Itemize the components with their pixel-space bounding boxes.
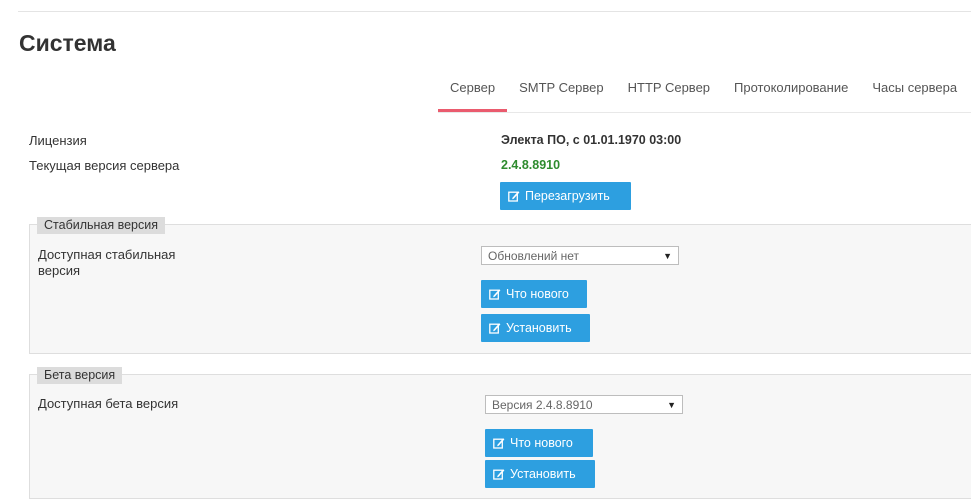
restart-button[interactable]: Перезагрузить <box>500 182 631 210</box>
tab-server[interactable]: Сервер <box>438 72 508 112</box>
stable-available-label-line2: версия <box>38 263 81 278</box>
stable-version-section: Стабильная версия Доступная стабильная в… <box>29 217 971 354</box>
stable-available-label-line1: Доступная стабильная <box>38 247 176 262</box>
server-version-label: Текущая версия сервера <box>29 158 180 173</box>
edit-icon <box>489 322 501 334</box>
stable-version-select-value: Обновлений нет <box>488 248 580 263</box>
stable-install-button[interactable]: Установить <box>481 314 590 342</box>
tabs-divider <box>438 112 971 113</box>
beta-version-select-value: Версия 2.4.8.8910 <box>492 397 593 412</box>
edit-icon <box>493 468 505 480</box>
restart-button-label: Перезагрузить <box>525 189 610 203</box>
beta-whats-new-button[interactable]: Что нового <box>485 429 593 457</box>
edit-icon <box>493 437 505 449</box>
license-value: Электа ПО, с 01.01.1970 03:00 <box>501 133 682 147</box>
beta-install-button[interactable]: Установить <box>485 460 595 488</box>
beta-available-label: Доступная бета версия <box>38 396 179 411</box>
tab-logging[interactable]: Протоколирование <box>722 72 860 112</box>
license-label: Лицензия <box>29 133 87 148</box>
stable-install-label: Установить <box>506 321 572 335</box>
stable-version-legend: Стабильная версия <box>37 217 166 234</box>
caret-down-icon: ▼ <box>663 250 672 261</box>
page-title: Система <box>19 30 116 56</box>
server-version-value: 2.4.8.8910 <box>501 158 561 172</box>
beta-version-section: Бета версия Доступная бета версия Версия… <box>29 367 971 499</box>
beta-install-label: Установить <box>510 467 576 481</box>
stable-whats-new-button[interactable]: Что нового <box>481 280 587 308</box>
beta-version-select[interactable]: Версия 2.4.8.8910 ▼ <box>485 395 683 414</box>
top-divider <box>18 11 971 12</box>
beta-whats-new-label: Что нового <box>510 436 573 450</box>
tab-server-clock[interactable]: Часы сервера <box>860 72 969 112</box>
caret-down-icon: ▼ <box>667 399 676 410</box>
stable-whats-new-label: Что нового <box>506 287 569 301</box>
stable-version-select[interactable]: Обновлений нет ▼ <box>481 246 679 265</box>
tab-http-server[interactable]: HTTP Сервер <box>616 72 722 112</box>
beta-version-legend: Бета версия <box>37 367 123 384</box>
edit-icon <box>489 288 501 300</box>
tab-smtp-server[interactable]: SMTP Сервер <box>507 72 616 112</box>
edit-icon <box>508 190 520 202</box>
tab-bar: Сервер SMTP Сервер HTTP Сервер Протоколи… <box>438 72 969 112</box>
